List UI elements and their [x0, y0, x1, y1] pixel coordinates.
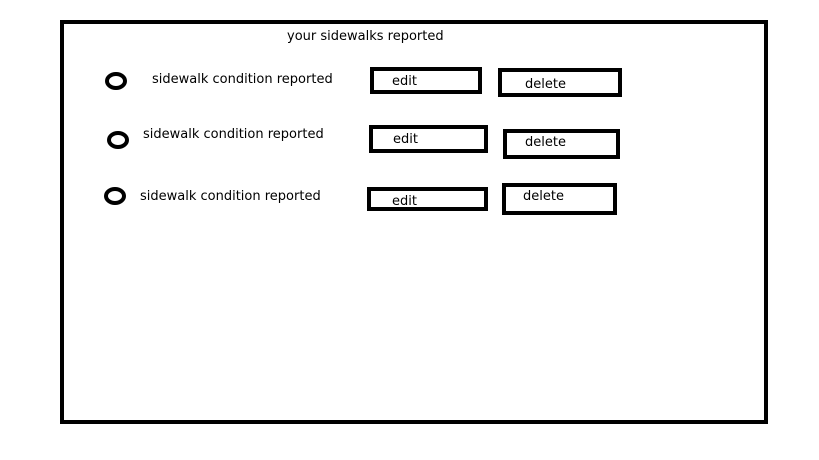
delete-button-label: delete: [523, 189, 564, 204]
delete-button-1[interactable]: delete: [498, 68, 622, 97]
edit-button-label: edit: [392, 74, 417, 89]
page-title: your sidewalks reported: [287, 29, 444, 44]
delete-button-3[interactable]: delete: [502, 183, 617, 215]
edit-button-label: edit: [393, 132, 418, 147]
report-radio-1[interactable]: [105, 72, 127, 90]
edit-button-3[interactable]: edit: [367, 187, 488, 211]
edit-button-label: edit: [392, 194, 417, 209]
delete-button-label: delete: [525, 77, 566, 92]
report-label-1: sidewalk condition reported: [152, 72, 333, 87]
edit-button-2[interactable]: edit: [369, 125, 488, 153]
report-label-2: sidewalk condition reported: [143, 127, 324, 142]
report-radio-2[interactable]: [107, 131, 129, 149]
report-radio-3[interactable]: [104, 187, 126, 205]
delete-button-2[interactable]: delete: [503, 129, 620, 159]
delete-button-label: delete: [525, 135, 566, 150]
report-label-3: sidewalk condition reported: [140, 189, 321, 204]
edit-button-1[interactable]: edit: [370, 67, 482, 94]
